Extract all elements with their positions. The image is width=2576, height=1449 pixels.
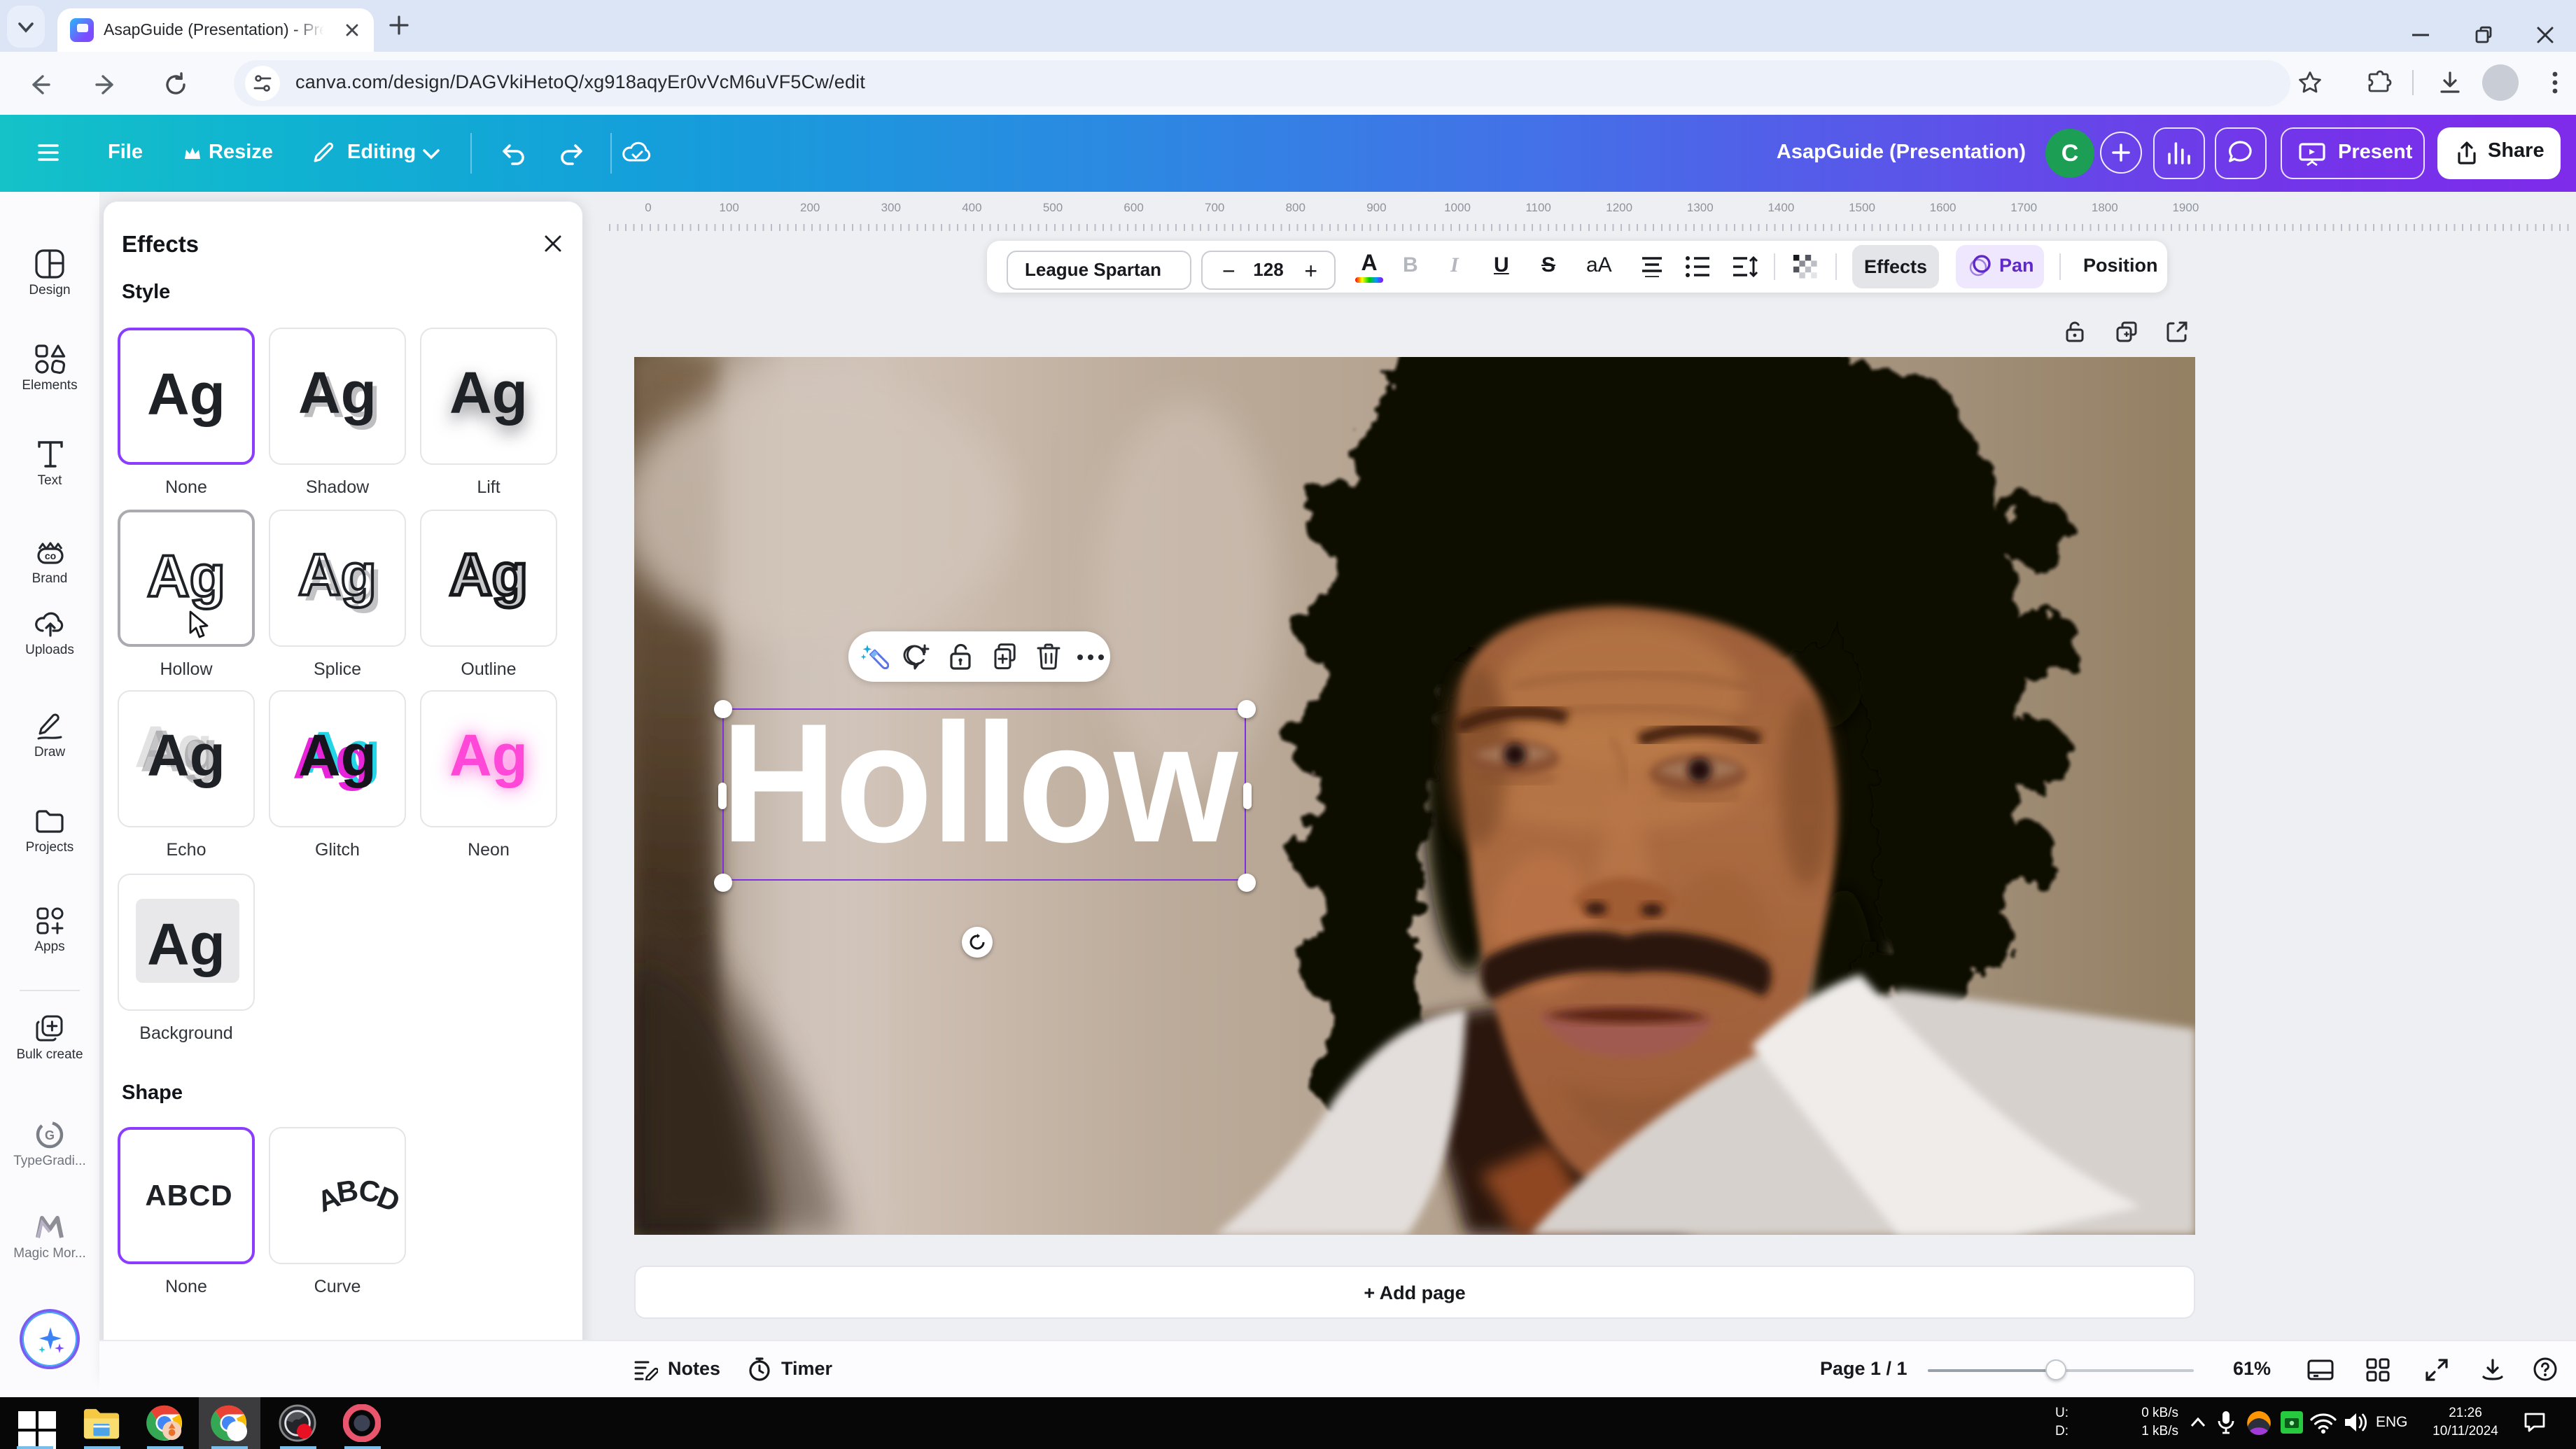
svg-text:co: co [44, 550, 55, 561]
svg-text:G: G [45, 1128, 55, 1142]
